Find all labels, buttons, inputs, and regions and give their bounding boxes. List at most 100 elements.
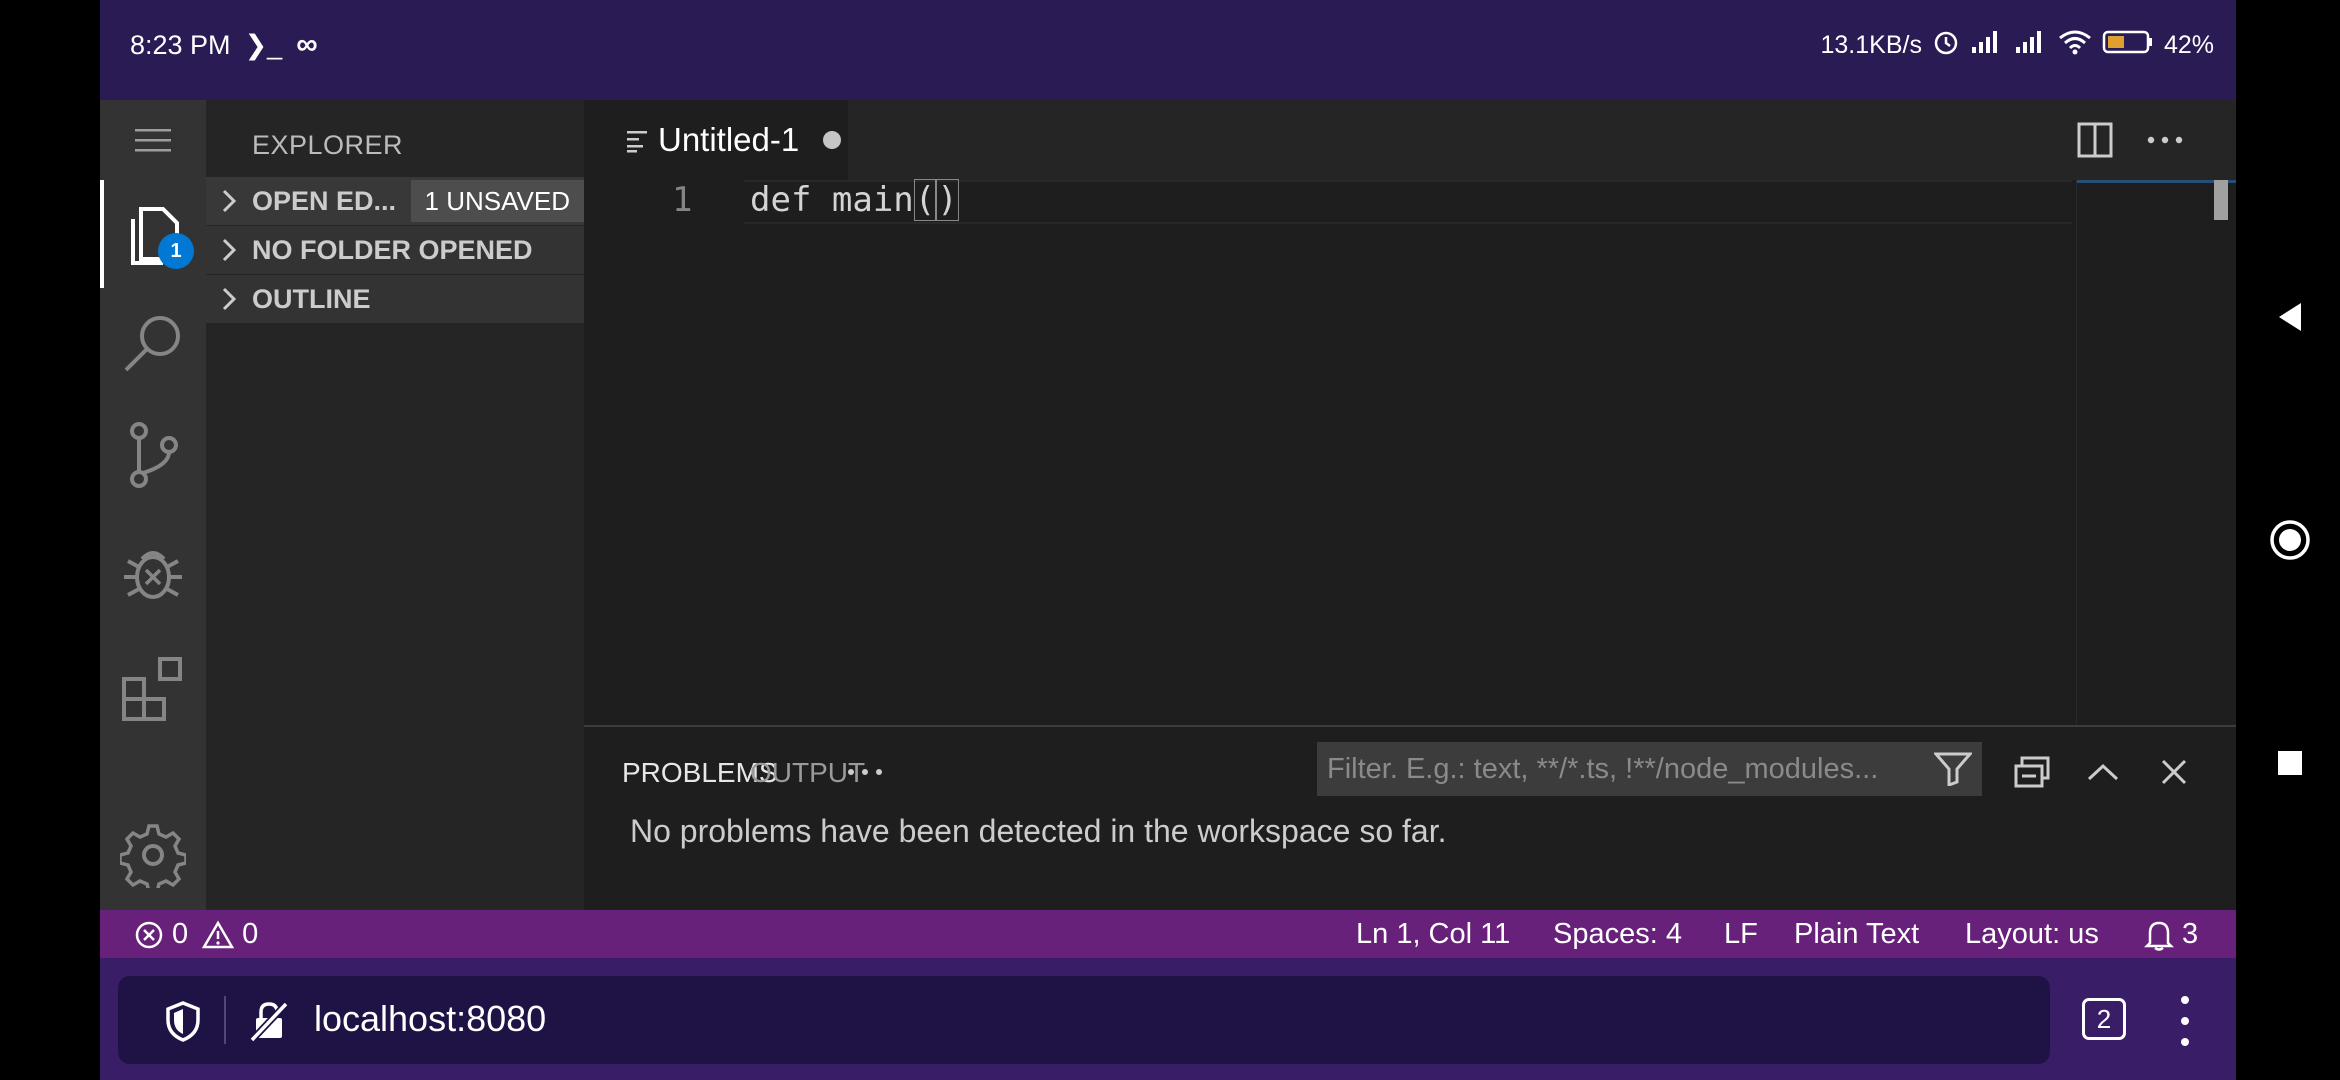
recents-square-icon (2278, 751, 2302, 775)
extensions-icon (122, 657, 182, 721)
editor-area: Untitled-1 1 def main() (584, 100, 2237, 725)
close-icon (2161, 759, 2187, 785)
browser-toolbar: localhost:8080 2 (100, 958, 2236, 1080)
ellipsis-icon (848, 769, 882, 775)
problems-filter[interactable] (1317, 742, 1982, 796)
phone-status-bar: 8:23 PM ❯_ ∞ 13.1KB/s 42% (100, 0, 2236, 100)
activity-manage[interactable] (100, 800, 206, 910)
keyboard-layout[interactable]: Layout: us (1965, 918, 2099, 951)
warning-count: 0 (242, 918, 259, 950)
chevron-right-icon (222, 287, 237, 311)
editor-tabs-bar: Untitled-1 (584, 100, 2236, 180)
filter-input[interactable] (1317, 752, 1907, 786)
gear-icon (120, 824, 186, 888)
section-label: OPEN ED... (252, 185, 397, 216)
insecure-connection-icon[interactable] (246, 998, 292, 1044)
unsaved-badge: 1 UNSAVED (410, 180, 584, 222)
bracket-open: ( (913, 179, 937, 221)
kebab-dot (2181, 1017, 2189, 1025)
wifi-icon (2058, 28, 2092, 63)
section-no-folder[interactable]: NO FOLDER OPENED (206, 226, 584, 274)
explorer-badge: 1 (158, 233, 194, 269)
home-button[interactable] (2260, 510, 2320, 570)
minimap-viewport (2077, 180, 2237, 183)
activity-search[interactable] (100, 288, 206, 398)
url-divider (224, 996, 226, 1044)
explorer-sidebar: EXPLORER OPEN ED... 1 UNSAVED NO FOLDER … (206, 100, 584, 910)
problems-status[interactable]: 0 0 (134, 918, 258, 951)
code-text[interactable]: def main() (750, 179, 959, 221)
notification-count: 3 (2182, 918, 2199, 950)
line-number: 1 (672, 180, 693, 220)
section-outline[interactable]: OUTLINE (206, 275, 584, 323)
problems-message: No problems have been detected in the wo… (630, 813, 1447, 849)
activity-explorer[interactable]: 1 (100, 180, 206, 288)
end-of-line[interactable]: LF (1724, 918, 1758, 951)
url-text[interactable]: localhost:8080 (314, 998, 546, 1040)
bottom-panel: PROBLEMS OUTPUT No problems have been de… (584, 725, 2236, 910)
activity-extensions[interactable] (100, 630, 206, 746)
bell-icon (2144, 921, 2174, 951)
home-circle-icon (2270, 520, 2310, 560)
clock: 8:23 PM (130, 29, 231, 60)
filter-icon[interactable] (1932, 752, 1974, 791)
section-label: OUTLINE (252, 283, 371, 314)
tab-switcher-button[interactable]: 2 (2082, 998, 2126, 1040)
warning-icon (202, 920, 235, 948)
activity-run-debug[interactable] (100, 514, 206, 630)
error-icon (135, 921, 163, 948)
sidebar-title: EXPLORER (252, 130, 404, 160)
collapse-all-button[interactable] (2009, 749, 2055, 795)
cursor-position[interactable]: Ln 1, Col 11 (1356, 918, 1510, 951)
split-editor-icon (2077, 122, 2113, 158)
battery-level: 42% (2163, 31, 2214, 59)
vscode-workbench: 1 EXPLORER OPEN ED... 1 UNSAVED NO FOLDE… (100, 100, 2237, 910)
editor-scrollbar-thumb[interactable] (2214, 180, 2228, 220)
code-line[interactable]: 1 def main() (584, 179, 2236, 224)
battery-icon (2102, 29, 2154, 62)
source-control-icon (130, 422, 178, 488)
back-triangle-icon (2279, 303, 2301, 331)
collapse-all-icon (2014, 756, 2050, 788)
language-mode[interactable]: Plain Text (1794, 918, 1919, 951)
chevron-right-icon (222, 238, 237, 262)
recents-button[interactable] (2260, 733, 2320, 793)
split-editor-button[interactable] (2070, 115, 2120, 165)
activity-source-control[interactable] (100, 398, 206, 514)
search-icon (124, 316, 180, 372)
shield-icon[interactable] (160, 998, 206, 1044)
section-open-editors[interactable]: OPEN ED... 1 UNSAVED (206, 177, 584, 225)
minimap[interactable] (2076, 180, 2237, 725)
kebab-dot (2181, 996, 2189, 1004)
maximize-panel-button[interactable] (2080, 749, 2126, 795)
menu-button[interactable] (100, 100, 206, 180)
bracket-close: ) (936, 179, 959, 221)
indentation[interactable]: Spaces: 4 (1553, 918, 1682, 951)
code-text-before: def main (750, 180, 914, 220)
notifications[interactable]: 3 (2144, 918, 2198, 951)
screen-left-bezel (0, 0, 100, 1080)
ellipsis-icon (2147, 136, 2183, 144)
text-file-icon (627, 131, 647, 153)
browser-menu-button[interactable] (2170, 996, 2200, 1046)
kebab-dot (2181, 1038, 2189, 1046)
alarm-icon (1932, 28, 1960, 63)
network-speed: 13.1KB/s (1820, 31, 1922, 59)
debug-bug-icon (124, 551, 182, 599)
unsaved-dot-icon[interactable] (823, 131, 842, 149)
hamburger-icon (135, 129, 171, 152)
terminal-icon: ❯_ (244, 29, 283, 60)
url-bar[interactable]: localhost:8080 (118, 976, 2050, 1064)
signal-icon (1970, 29, 2004, 62)
infinity-icon: ∞ (296, 28, 318, 61)
section-label: NO FOLDER OPENED (252, 234, 533, 265)
chevron-up-icon (2087, 763, 2119, 781)
more-actions-button[interactable] (2140, 115, 2190, 165)
panel-more-tabs-button[interactable] (842, 749, 888, 795)
back-button[interactable] (2260, 287, 2320, 347)
chevron-right-icon (222, 189, 237, 213)
error-count: 0 (172, 918, 189, 950)
close-panel-button[interactable] (2151, 749, 2197, 795)
activity-bar: 1 (100, 100, 206, 910)
tab-untitled-1[interactable]: Untitled-1 (584, 100, 848, 180)
